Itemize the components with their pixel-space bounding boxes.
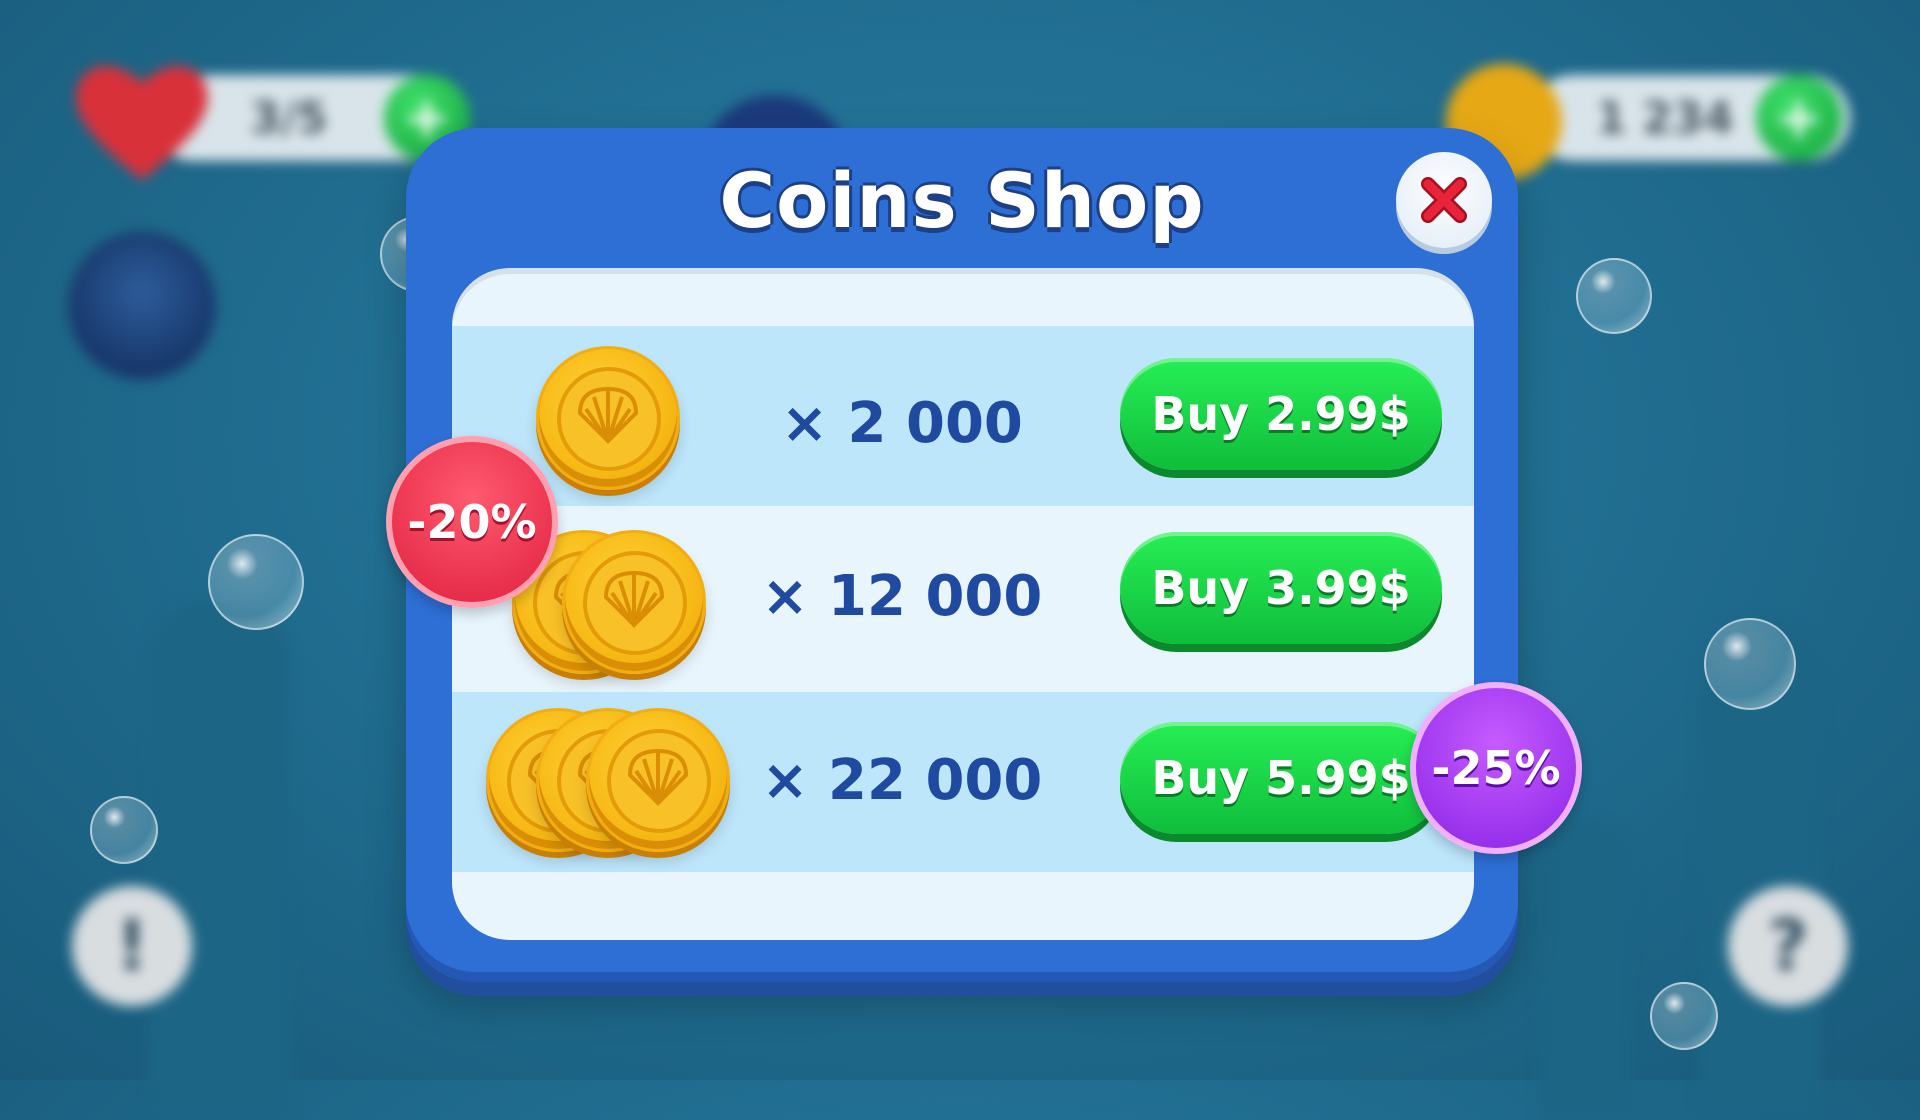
seaweed [150,600,290,1120]
bubble [208,534,304,630]
avatar[interactable] [68,232,216,380]
bubble [1650,982,1718,1050]
discount-badge: -25% [1410,682,1582,854]
buy-12000-button[interactable]: Buy 3.99$ [1120,532,1442,644]
bubble [90,796,158,864]
offer-amount: × 22 000 [761,748,1043,813]
modal-title: Coins Shop [719,156,1205,245]
bubble [1704,618,1796,710]
offers-panel: × 2 000 Buy 2.99$ × 12 000 Buy 3.99$ × 2… [452,268,1474,940]
bubble [1576,258,1652,334]
coins-value: 1 234 [1596,92,1734,144]
add-coins-button[interactable]: + [1756,75,1842,161]
lives-value: 3/5 [250,92,328,144]
coins-shop-modal: Coins Shop × 2 000 Buy 2.99$ × 12 000 Bu… [406,128,1518,982]
help-button[interactable]: ? [1728,886,1848,1006]
close-button[interactable] [1396,152,1492,248]
offer-amount: × 2 000 [781,391,1023,456]
seaweed [1540,820,1630,1120]
info-button[interactable]: ! [72,886,192,1006]
buy-22000-button[interactable]: Buy 5.99$ [1120,722,1442,834]
offer-amount: × 12 000 [761,564,1043,629]
discount-badge: -20% [386,436,558,608]
heart-icon [76,66,208,180]
buy-2000-button[interactable]: Buy 2.99$ [1120,358,1442,470]
coin-icon [536,346,680,490]
coin-icon [562,530,706,674]
coin-icon [586,708,730,852]
offer-row: × 2 000 Buy 2.99$ [452,326,1474,506]
close-icon [1421,177,1467,223]
offer-row: × 12 000 Buy 3.99$ [452,506,1474,692]
offer-row: × 22 000 Buy 5.99$ [452,692,1474,872]
